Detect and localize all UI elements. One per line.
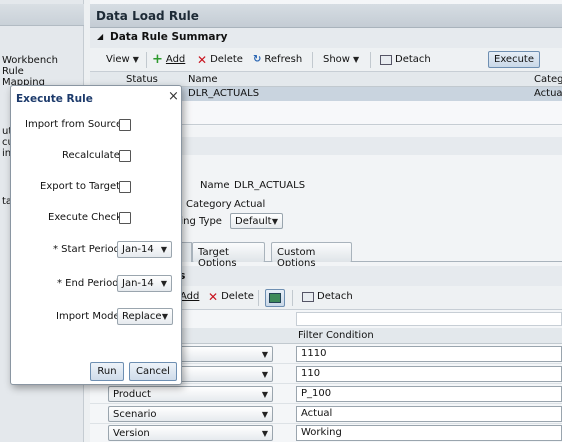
refresh-button[interactable]: ↻ Refresh: [253, 54, 302, 65]
detach-button[interactable]: Detach: [380, 54, 431, 65]
summary-toolbar: View ▼ + Add ✕ Delete ↻ Refresh Show ▼ Detach…: [90, 48, 562, 72]
toolbar-divider: [258, 290, 259, 306]
view-chevron-icon: ▼: [132, 55, 139, 64]
execute-check-checkbox[interactable]: [119, 212, 131, 224]
edit-grid-button[interactable]: [265, 289, 285, 307]
chevron-down-icon: ▼: [261, 369, 268, 379]
import-mode-select[interactable]: Replace ▼: [117, 308, 173, 325]
nav-item-rule[interactable]: Rule: [2, 66, 24, 77]
filter-delete-button[interactable]: ✕ Delete: [208, 289, 254, 304]
filter-row[interactable]: Scenario ▼ Actual: [90, 404, 562, 424]
nav-item-workbench[interactable]: Workbench: [2, 55, 58, 66]
filter-add-button[interactable]: Add: [180, 291, 199, 302]
cancel-button[interactable]: Cancel: [129, 362, 177, 381]
filter-condition-input[interactable]: 110: [296, 366, 562, 382]
category-value: Actual: [234, 199, 266, 210]
row-category: Actual: [534, 88, 562, 99]
start-period-label: * Start Period: [53, 244, 120, 255]
tab-custom-options[interactable]: Custom Options: [271, 242, 352, 269]
delete-x-icon: ✕: [197, 52, 208, 67]
toolbar-divider: [146, 52, 147, 68]
nav-item-mapping[interactable]: Mapping: [2, 77, 45, 85]
collapse-triangle-icon[interactable]: ◢: [97, 32, 103, 41]
dimension-select[interactable]: Product ▼: [108, 386, 273, 402]
page-title: Data Load Rule: [96, 9, 199, 23]
dimension-select[interactable]: Scenario ▼: [108, 406, 273, 422]
category-label: Category: [186, 199, 232, 210]
summary-header: ◢ Data Rule Summary: [90, 28, 562, 48]
add-icon: +: [152, 51, 163, 67]
recalculate-label: Recalculate: [62, 150, 120, 161]
name-value: DLR_ACTUALS: [234, 180, 306, 191]
toolbar-divider: [312, 52, 313, 68]
refresh-icon: ↻: [253, 54, 262, 65]
chevron-down-icon: ▼: [160, 279, 167, 288]
chevron-down-icon: ▼: [261, 428, 268, 438]
show-menu[interactable]: Show ▼: [323, 54, 359, 65]
chevron-down-icon: ▼: [261, 389, 268, 399]
dimension-select[interactable]: Version ▼: [108, 425, 273, 441]
show-chevron-icon: ▼: [352, 55, 360, 64]
export-to-target-checkbox[interactable]: [119, 181, 131, 193]
toolbar-divider: [370, 52, 371, 68]
import-from-source-label: Import from Source: [25, 119, 123, 130]
dialog-title: Execute Rule: [16, 93, 93, 105]
filter-condition-input[interactable]: Working: [296, 425, 562, 441]
filters-search-bar[interactable]: [296, 312, 562, 326]
column-name[interactable]: Name: [188, 74, 218, 85]
export-to-target-label: Export to Target: [40, 181, 121, 192]
page-header: Data Load Rule: [90, 4, 562, 28]
tab-target-options[interactable]: Target Options: [192, 242, 265, 269]
mapping-type-select[interactable]: Default ▼: [230, 213, 283, 229]
name-label: Name: [200, 180, 230, 191]
end-period-label: * End Period: [57, 278, 119, 289]
edit-grid-icon: [269, 293, 281, 303]
chevron-down-icon: ▼: [271, 216, 278, 226]
filter-condition-input[interactable]: 1110: [296, 346, 562, 362]
filter-row[interactable]: Product ▼ P_100: [90, 384, 562, 404]
filter-row[interactable]: Version ▼ Working: [90, 424, 562, 442]
delete-button[interactable]: ✕ Delete: [197, 52, 243, 67]
filter-detach-button[interactable]: Detach: [302, 291, 353, 302]
close-icon[interactable]: ×: [168, 89, 179, 104]
import-mode-label: Import Mode: [56, 311, 120, 322]
left-panel-header: [0, 4, 84, 26]
filter-condition-input[interactable]: P_100: [296, 386, 562, 402]
import-from-source-checkbox[interactable]: [119, 119, 131, 131]
detach-icon: [380, 54, 392, 65]
execute-rule-dialog: Execute Rule × Import from Source Recalc…: [10, 85, 182, 385]
chevron-down-icon: ▼: [261, 349, 268, 359]
recalculate-checkbox[interactable]: [119, 150, 131, 162]
row-name: DLR_ACTUALS: [188, 88, 260, 99]
start-period-select[interactable]: Jan-14 ▼: [117, 241, 172, 258]
toolbar-divider: [292, 290, 293, 306]
add-button[interactable]: + Add: [152, 51, 185, 67]
chevron-down-icon: ▼: [261, 409, 268, 419]
column-filter-condition[interactable]: Filter Condition: [298, 330, 374, 341]
column-category[interactable]: Catego: [534, 74, 562, 85]
filter-condition-input[interactable]: Actual: [296, 406, 562, 422]
chevron-down-icon: ▼: [160, 245, 167, 254]
execute-check-label: Execute Check: [48, 212, 122, 223]
run-button[interactable]: Run: [90, 362, 124, 381]
detach-icon: [302, 291, 314, 302]
column-status[interactable]: Status: [126, 74, 158, 85]
summary-title: Data Rule Summary: [110, 31, 228, 43]
view-menu[interactable]: View ▼: [106, 54, 139, 65]
delete-x-icon: ✕: [208, 289, 219, 304]
execute-button[interactable]: Execute: [488, 51, 540, 68]
chevron-down-icon: ▼: [161, 312, 168, 321]
end-period-select[interactable]: Jan-14 ▼: [117, 275, 172, 292]
